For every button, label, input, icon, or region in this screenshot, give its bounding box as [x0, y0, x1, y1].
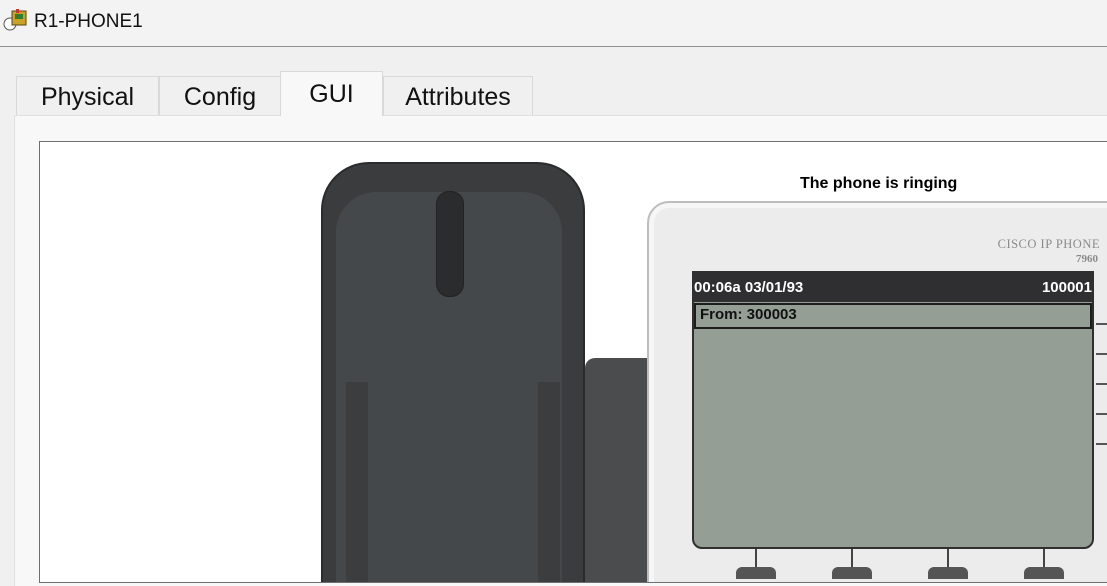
- display-status-bar: 00:06a 03/01/93 100001: [694, 273, 1092, 302]
- model-label: 7960: [1076, 253, 1098, 265]
- softkey-stem-2: [851, 549, 853, 567]
- handset-cradle: [585, 358, 655, 582]
- display-call-row: From: 300003: [694, 303, 1092, 329]
- softkey-4[interactable]: [1024, 567, 1064, 579]
- line-key-5[interactable]: [1096, 443, 1107, 445]
- window-titlebar: R1-PHONE1: [0, 0, 1107, 47]
- tab-physical[interactable]: Physical: [16, 76, 159, 115]
- window-title: R1-PHONE1: [34, 11, 143, 32]
- handset-edge-left: [346, 382, 368, 582]
- softkey-stem-4: [1043, 549, 1045, 567]
- display-line-number: 100001: [1041, 279, 1092, 296]
- phone-display: 00:06a 03/01/93 100001 From: 300003: [692, 271, 1094, 549]
- handset-earpiece: [436, 191, 464, 297]
- phone-gui-frame: The phone is ringing CISCO IP PHONE 7960…: [39, 141, 1107, 583]
- tab-gui[interactable]: GUI: [280, 71, 383, 116]
- line-key-4[interactable]: [1096, 413, 1107, 415]
- brand-label: CISCO IP PHONE: [997, 237, 1100, 251]
- softkey-2[interactable]: [832, 567, 872, 579]
- phone-device-icon: [3, 9, 27, 31]
- display-datetime: 00:06a 03/01/93: [694, 279, 804, 296]
- softkey-3[interactable]: [928, 567, 968, 579]
- caller-id-text: From: 300003: [700, 306, 797, 323]
- softkey-stem-1: [755, 549, 757, 567]
- line-key-2[interactable]: [1096, 353, 1107, 355]
- line-key-1[interactable]: [1096, 323, 1107, 325]
- softkey-1[interactable]: [736, 567, 776, 579]
- tab-attributes[interactable]: Attributes: [383, 76, 533, 115]
- handset-edge-right: [538, 382, 560, 582]
- ring-status-text: The phone is ringing: [800, 175, 958, 192]
- line-key-3[interactable]: [1096, 383, 1107, 385]
- tab-config[interactable]: Config: [159, 76, 281, 115]
- softkey-stem-3: [947, 549, 949, 567]
